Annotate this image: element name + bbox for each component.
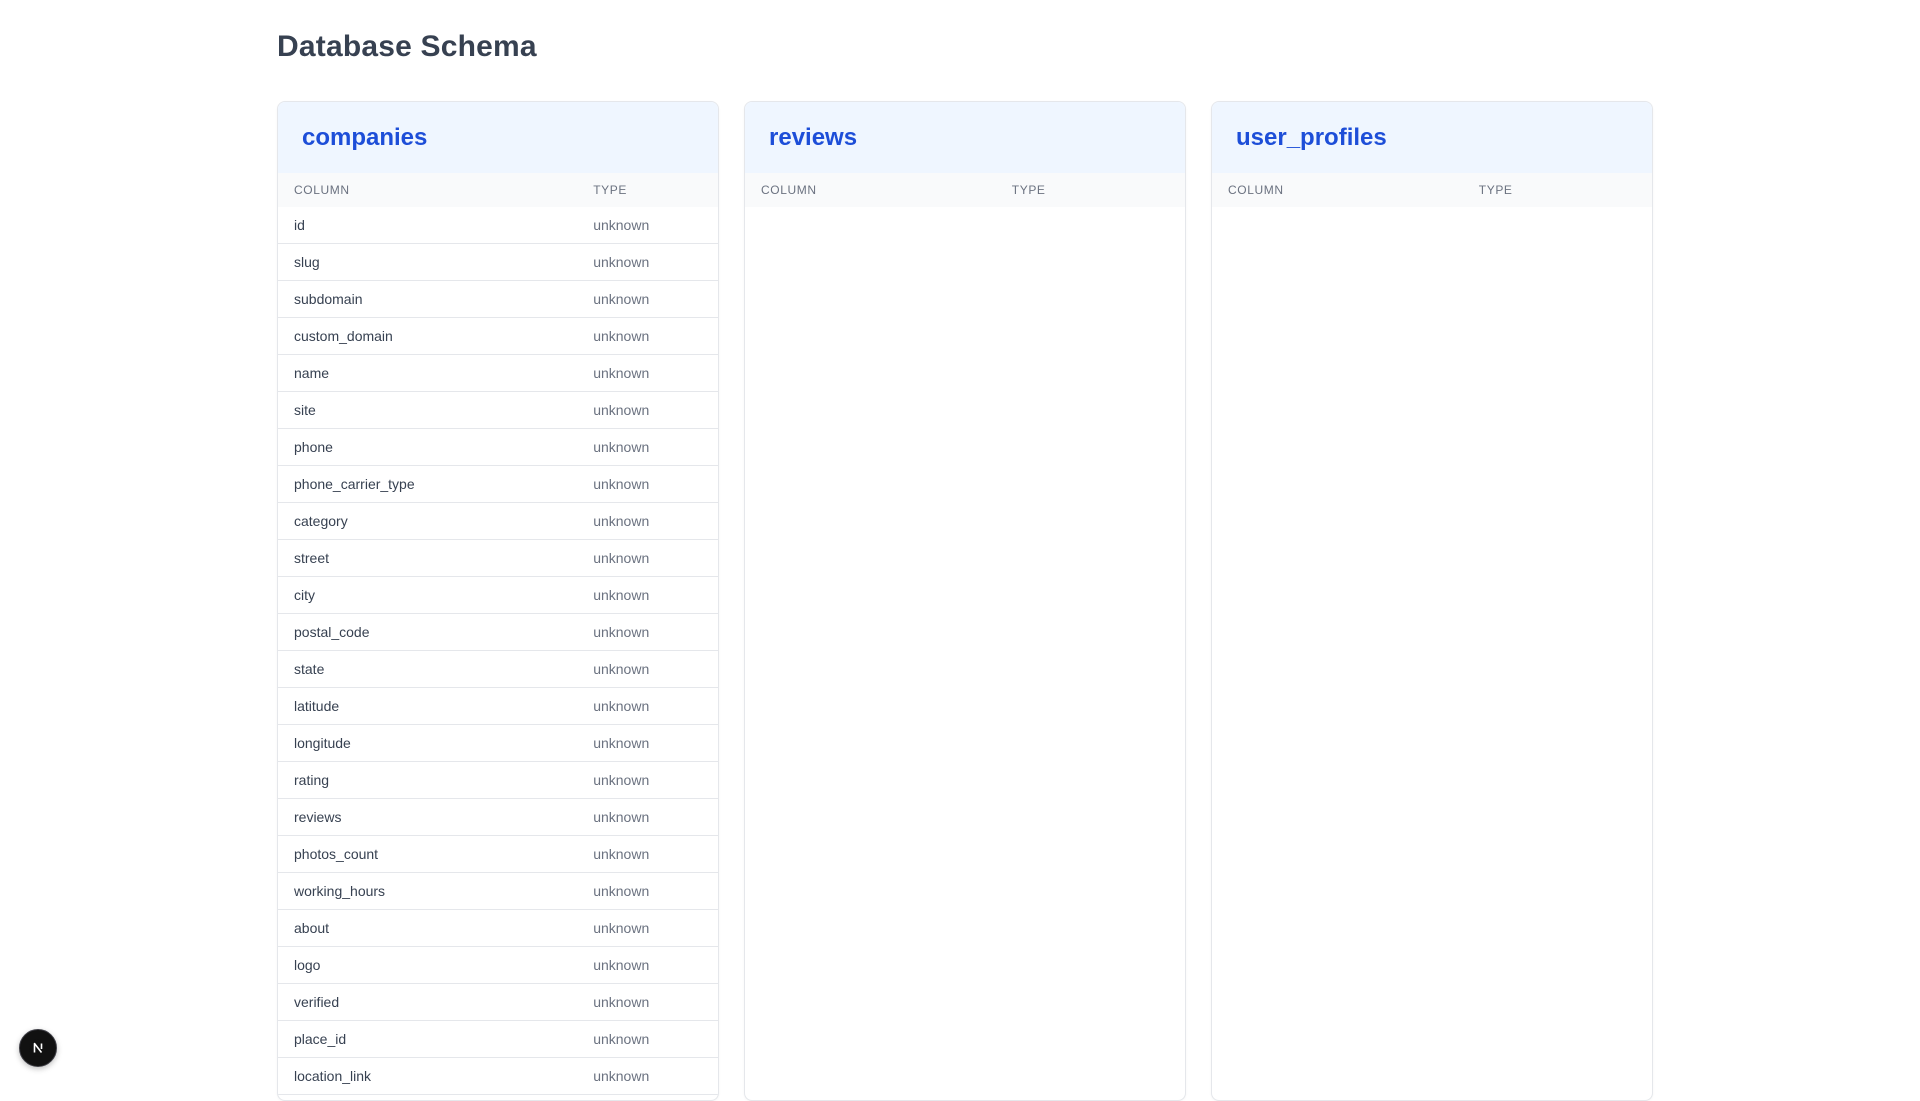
nextjs-dev-indicator-button[interactable] [19, 1029, 57, 1067]
column-name-cell: phone [278, 428, 578, 466]
column-type-cell: unknown [577, 872, 718, 910]
table-name: companies [302, 123, 428, 151]
column-name-cell: rating [278, 761, 578, 799]
column-type-cell: unknown [577, 946, 718, 984]
table-row: custom_domain unknown [278, 317, 718, 355]
table-row: rating unknown [278, 761, 718, 799]
type-header: TYPE [593, 183, 627, 197]
column-name-cell: location_link [278, 1057, 578, 1095]
table-row: working_hours unknown [278, 872, 718, 910]
column-type-cell: unknown [577, 613, 718, 651]
column-type-cell: unknown [577, 354, 718, 392]
column-name-cell: custom_domain [278, 317, 578, 355]
column-name-cell: postal_code [278, 613, 578, 651]
column-name-cell: photos_count [278, 835, 578, 873]
column-type-cell: unknown [577, 983, 718, 1021]
column-type-cell: unknown [577, 502, 718, 540]
column-type-cell: unknown [577, 1057, 718, 1095]
column-name-cell: slug [278, 243, 578, 281]
column-name-cell: subdomain [278, 280, 578, 318]
column-type-cell: unknown [577, 428, 718, 466]
column-type-cell: unknown [577, 243, 718, 281]
table-row: verified unknown [278, 983, 718, 1021]
table-header-row: COLUMN TYPE [745, 173, 1185, 207]
column-name-cell: latitude [278, 687, 578, 725]
table-row: id unknown [278, 207, 718, 244]
table-row: site unknown [278, 391, 718, 429]
table-row: place_id unknown [278, 1020, 718, 1058]
column-type-cell: unknown [577, 280, 718, 318]
schema-grid: companies COLUMN TYPE id unknown slug unkno… [277, 101, 1653, 1101]
table-row: longitude unknown [278, 724, 718, 762]
column-name-cell: place_id [278, 1020, 578, 1058]
table-header-row: COLUMN TYPE [1212, 173, 1652, 207]
nextjs-logo-icon [29, 1039, 47, 1057]
column-type-cell: unknown [577, 539, 718, 577]
type-header: TYPE [1478, 183, 1513, 197]
column-name-cell: phone_carrier_type [278, 465, 578, 503]
column-type-cell: unknown [577, 317, 718, 355]
table-row: state unknown [278, 650, 718, 688]
table-row: phone_carrier_type unknown [278, 465, 718, 503]
table-row: phone unknown [278, 428, 718, 466]
table-row: logo unknown [278, 946, 718, 984]
column-name-cell: id [278, 207, 578, 244]
table-row: slug unknown [278, 243, 718, 281]
column-name-cell: site [278, 391, 578, 429]
column-header: COLUMN [1228, 183, 1284, 197]
card-header: user_profiles [1212, 102, 1652, 173]
columns-table: COLUMN TYPE [1212, 173, 1652, 207]
column-name-cell: longitude [278, 724, 578, 762]
column-header: COLUMN [761, 183, 817, 197]
type-header: TYPE [1011, 183, 1046, 197]
table-row: postal_code unknown [278, 613, 718, 651]
table-row: about unknown [278, 909, 718, 947]
column-type-cell: unknown [577, 909, 718, 947]
column-type-cell: unknown [577, 650, 718, 688]
column-name-cell: verified [278, 983, 578, 1021]
table-name: reviews [769, 123, 858, 151]
column-name-cell: about [278, 909, 578, 947]
columns-table: COLUMN TYPE id unknown slug unknown subdomai… [278, 173, 718, 1095]
column-name-cell: city [278, 576, 578, 614]
table-row: location_link unknown [278, 1057, 718, 1095]
table-row: subdomain unknown [278, 280, 718, 318]
column-type-cell: unknown [577, 761, 718, 799]
column-type-cell: unknown [577, 207, 718, 244]
page-title: Database Schema [277, 30, 537, 63]
table-row: street unknown [278, 539, 718, 577]
table-body: id unknown slug unknown subdomain unknown cust… [278, 207, 718, 1095]
table-row: photos_count unknown [278, 835, 718, 873]
table-card-reviews: reviews COLUMN TYPE [744, 101, 1186, 1101]
table-header-row: COLUMN TYPE [278, 173, 718, 207]
table-name: user_profiles [1236, 123, 1387, 151]
column-type-cell: unknown [577, 391, 718, 429]
card-header: reviews [745, 102, 1185, 173]
column-header: COLUMN [294, 183, 350, 197]
column-name-cell: logo [278, 946, 578, 984]
column-name-cell: reviews [278, 798, 578, 836]
table-row: city unknown [278, 576, 718, 614]
column-type-cell: unknown [577, 724, 718, 762]
column-name-cell: name [278, 354, 578, 392]
table-card-companies: companies COLUMN TYPE id unknown slug unkno… [277, 101, 719, 1101]
column-name-cell: street [278, 539, 578, 577]
column-type-cell: unknown [577, 465, 718, 503]
column-name-cell: working_hours [278, 872, 578, 910]
card-header: companies [278, 102, 718, 173]
table-row: category unknown [278, 502, 718, 540]
table-row: latitude unknown [278, 687, 718, 725]
column-type-cell: unknown [577, 576, 718, 614]
column-type-cell: unknown [577, 798, 718, 836]
table-row: reviews unknown [278, 798, 718, 836]
column-type-cell: unknown [577, 687, 718, 725]
table-card-user-profiles: user_profiles COLUMN TYPE [1211, 101, 1653, 1101]
column-type-cell: unknown [577, 1020, 718, 1058]
table-row: name unknown [278, 354, 718, 392]
column-type-cell: unknown [577, 835, 718, 873]
column-name-cell: state [278, 650, 578, 688]
columns-table: COLUMN TYPE [745, 173, 1185, 207]
column-name-cell: category [278, 502, 578, 540]
